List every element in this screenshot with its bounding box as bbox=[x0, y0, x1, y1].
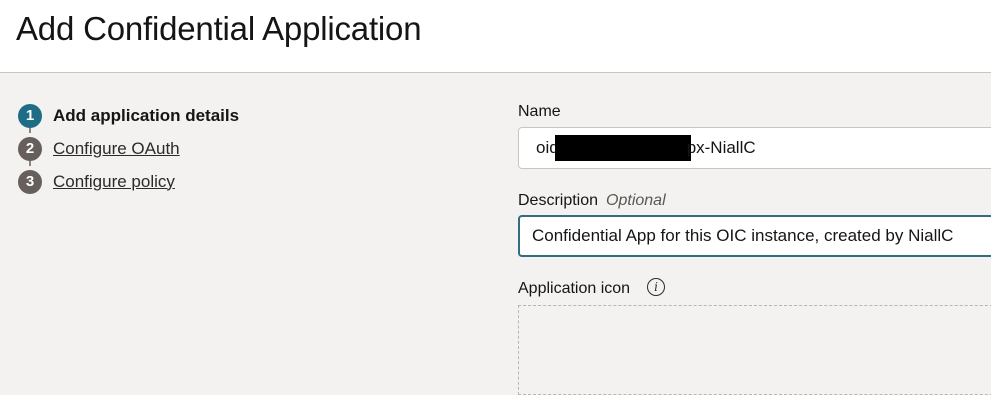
name-input[interactable]: oid px-NiallC bbox=[518, 127, 991, 169]
application-icon-dropzone[interactable] bbox=[518, 305, 991, 395]
train-steps: 1 Add application details 2 Configure OA… bbox=[18, 99, 358, 198]
description-input[interactable]: Confidential App for this OIC instance, … bbox=[518, 215, 991, 257]
step-add-application-details[interactable]: 1 Add application details bbox=[18, 99, 358, 132]
page-title: Add Confidential Application bbox=[16, 10, 422, 47]
step-configure-oauth[interactable]: 2 Configure OAuth bbox=[18, 132, 358, 165]
application-icon-label: Application icon bbox=[518, 280, 631, 297]
description-value: Confidential App for this OIC instance, … bbox=[532, 226, 954, 245]
configure-oauth-link[interactable]: Configure OAuth bbox=[53, 139, 180, 159]
step-label: Add application details bbox=[53, 105, 240, 125]
optional-hint: Optional bbox=[606, 192, 666, 209]
description-label-text: Description bbox=[518, 192, 599, 209]
page-header: Add Confidential Application bbox=[0, 0, 991, 73]
step-configure-policy[interactable]: 3 Configure policy bbox=[18, 165, 358, 198]
name-label: Name bbox=[518, 103, 561, 120]
description-label: Description Optional bbox=[518, 192, 666, 210]
step-number-2: 2 bbox=[18, 136, 42, 161]
configure-policy-link[interactable]: Configure policy bbox=[53, 172, 175, 192]
info-icon[interactable]: i bbox=[647, 278, 665, 296]
step-number-1: 1 bbox=[18, 103, 42, 128]
step-number-3: 3 bbox=[18, 169, 42, 194]
name-value-suffix: px-NiallC bbox=[686, 138, 756, 157]
redaction-bar bbox=[554, 135, 691, 161]
